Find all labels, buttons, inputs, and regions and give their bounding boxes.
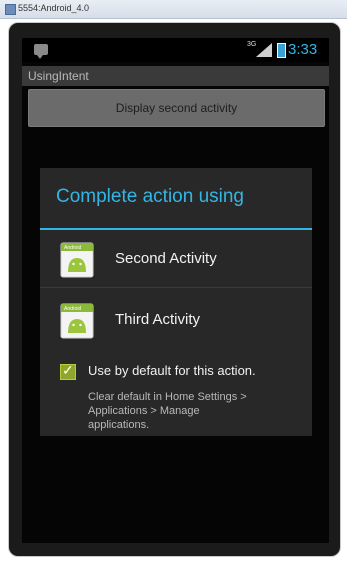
window-title: 5554:Android_4.0 xyxy=(18,3,90,13)
complete-action-dialog: Complete action using Android Second Act… xyxy=(40,168,312,436)
window-title-bar: 5554:Android_4.0 xyxy=(0,0,347,19)
app-icon-caption: Android xyxy=(64,306,81,312)
clear-default-hint: Clear default in Home Settings > Applica… xyxy=(88,391,247,431)
option-third-activity[interactable]: Android Third Activity xyxy=(40,291,312,349)
option-label: Third Activity xyxy=(115,311,201,328)
device-screen: 3G 3:33 UsingIntent Display second activ… xyxy=(22,38,329,543)
android-app-icon: Android xyxy=(60,303,94,339)
dialog-title: Complete action using xyxy=(56,186,244,207)
android-app-icon: Android xyxy=(60,242,94,278)
signal-strength-icon xyxy=(256,43,272,57)
app-icon-caption: Android xyxy=(64,245,81,251)
status-bar: 3G 3:33 xyxy=(22,38,329,62)
app-title: UsingIntent xyxy=(28,69,89,83)
status-clock: 3:33 xyxy=(288,41,318,58)
option-label: Second Activity xyxy=(115,250,217,267)
use-default-checkbox[interactable]: ✓ xyxy=(60,362,76,380)
emulator-window-icon xyxy=(5,4,16,15)
notification-icon xyxy=(34,44,48,59)
checkmark-icon: ✓ xyxy=(62,362,74,378)
option-separator xyxy=(40,287,312,288)
use-default-label[interactable]: Use by default for this action. xyxy=(88,363,256,378)
option-second-activity[interactable]: Android Second Activity xyxy=(40,230,312,288)
app-title-bar: UsingIntent xyxy=(22,66,329,86)
display-second-activity-button[interactable]: Display second activity xyxy=(28,89,325,127)
battery-icon xyxy=(277,43,286,58)
